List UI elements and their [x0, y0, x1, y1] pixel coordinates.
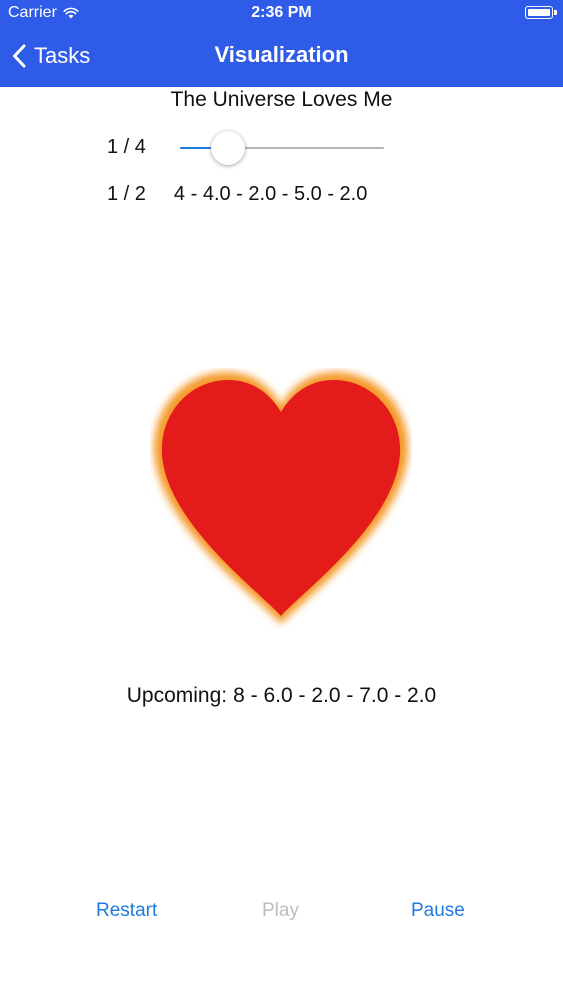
- task-title: The Universe Loves Me: [170, 88, 393, 111]
- upcoming-pattern: Upcoming: 8 - 6.0 - 2.0 - 7.0 - 2.0: [0, 684, 563, 708]
- step-counter: 1 / 2: [107, 183, 146, 205]
- current-step: 1 / 2 4 - 4.0 - 2.0 - 5.0 - 2.0: [107, 183, 367, 206]
- slider-thumb[interactable]: [211, 131, 245, 165]
- heart-visual: [150, 368, 412, 630]
- upcoming-label: Upcoming:: [126, 684, 228, 707]
- page-title: Visualization: [214, 42, 349, 67]
- play-button[interactable]: Play: [262, 900, 299, 922]
- navigation-bar: Carrier 2:36 PM Tasks Visualization: [0, 0, 563, 87]
- visualization-screen: Carrier 2:36 PM Tasks Visualization The …: [0, 0, 563, 1000]
- progress-slider[interactable]: [180, 130, 384, 166]
- slider-position-label: 1 / 4: [107, 136, 146, 158]
- upcoming-values: 8 - 6.0 - 2.0 - 7.0 - 2.0: [233, 684, 437, 707]
- restart-button[interactable]: Restart: [96, 900, 157, 922]
- step-pattern: 4 - 4.0 - 2.0 - 5.0 - 2.0: [173, 183, 368, 205]
- battery-icon: [525, 6, 557, 19]
- status-time: 2:36 PM: [251, 4, 312, 21]
- pause-button[interactable]: Pause: [411, 900, 465, 922]
- heart-icon: [153, 372, 409, 624]
- slider-fill: [180, 147, 211, 149]
